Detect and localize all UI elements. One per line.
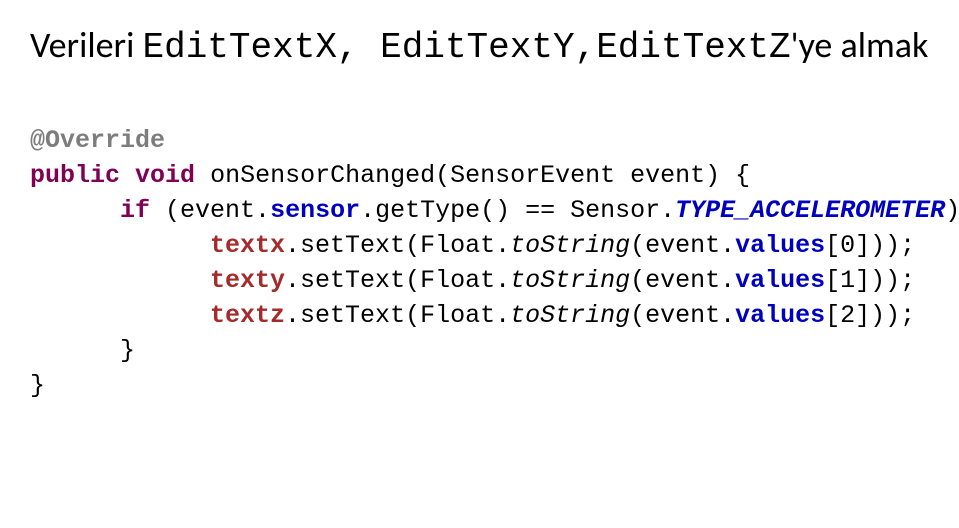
- code-void: void: [135, 161, 195, 190]
- title-sep-2: ,: [575, 27, 597, 68]
- code-type-accel: TYPE_ACCELEROMETER: [675, 196, 945, 225]
- code-textz: textz: [210, 301, 285, 330]
- code-values-2: values: [735, 266, 825, 295]
- code-public: public: [30, 161, 120, 190]
- code-cond-open: (event.: [150, 196, 270, 225]
- title-mono-2: EditTextY: [380, 27, 574, 68]
- code-method-sig: onSensorChanged(SensorEvent event) {: [210, 161, 750, 190]
- code-values-1: values: [735, 231, 825, 260]
- code-idx1: [1]));: [825, 266, 915, 295]
- title-mono-3: EditTextZ: [596, 27, 790, 68]
- title-mono-1: EditTextX: [142, 27, 336, 68]
- code-values-3: values: [735, 301, 825, 330]
- code-texty: texty: [210, 266, 285, 295]
- code-dot-set-1: .setText(Float.: [285, 231, 510, 260]
- slide-title: Verileri EditTextX, EditTextY,EditTextZ'…: [30, 20, 929, 73]
- code-brace-inner: }: [120, 336, 135, 365]
- code-cond-close: ) {: [945, 196, 959, 225]
- code-idx0: [0]));: [825, 231, 915, 260]
- code-dot-set-2: .setText(Float.: [285, 266, 510, 295]
- title-sep-1: ,: [337, 27, 380, 68]
- code-override: @Override: [30, 126, 165, 155]
- code-sensor-field: sensor: [270, 196, 360, 225]
- code-ev-open-1: (event.: [630, 231, 735, 260]
- title-text-1: Verileri: [30, 23, 142, 67]
- code-idx2: [2]));: [825, 301, 915, 330]
- code-tostring-2: toString: [510, 266, 630, 295]
- code-textx: textx: [210, 231, 285, 260]
- code-if: if: [120, 196, 150, 225]
- code-dot-set-3: .setText(Float.: [285, 301, 510, 330]
- code-tostring-3: toString: [510, 301, 630, 330]
- code-brace-outer: }: [30, 371, 45, 400]
- code-gettype: .getType() == Sensor.: [360, 196, 675, 225]
- code-block: @Override public void onSensorChanged(Se…: [30, 123, 929, 403]
- code-ev-open-2: (event.: [630, 266, 735, 295]
- code-tostring-1: toString: [510, 231, 630, 260]
- title-text-2: 'ye almak: [791, 23, 929, 67]
- code-ev-open-3: (event.: [630, 301, 735, 330]
